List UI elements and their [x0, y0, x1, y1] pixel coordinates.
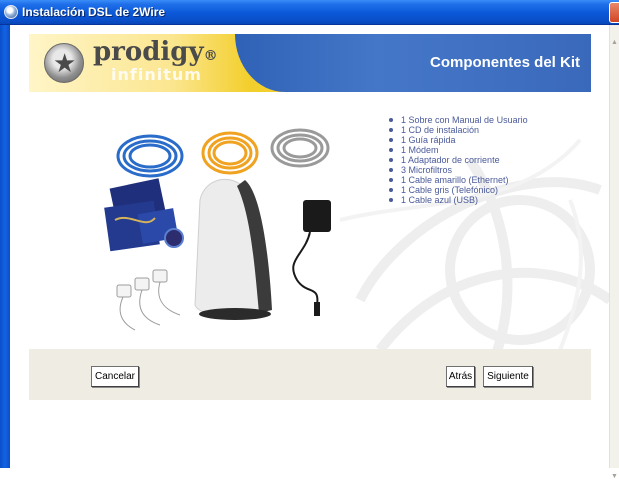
power-adapter-image	[292, 200, 331, 316]
installer-window: Instalación DSL de 2Wire ★ prodigy® infi…	[0, 0, 619, 480]
list-item: 1 Módem	[386, 145, 576, 155]
prodigy-logo-icon: ★	[44, 43, 84, 83]
list-item: 1 Guía rápida	[386, 135, 576, 145]
gray-phone-cable-image	[270, 128, 330, 168]
window-frame-left	[0, 25, 10, 468]
app-icon[interactable]	[4, 5, 18, 19]
scroll-down-icon[interactable]: ▼	[611, 473, 619, 481]
back-button[interactable]: Atrás	[446, 366, 475, 387]
yellow-ethernet-cable-image	[201, 131, 259, 175]
list-item: 1 CD de instalación	[386, 125, 576, 135]
button-bar: Cancelar Atrás Siguiente	[29, 349, 591, 400]
wizard-content: ★ prodigy® infinitum Componentes del Kit	[10, 25, 613, 468]
blue-usb-cable-image	[116, 134, 184, 178]
cancel-button[interactable]: Cancelar	[91, 366, 139, 387]
list-item: 1 Cable amarillo (Ethernet)	[386, 175, 576, 185]
header-banner: ★ prodigy® infinitum Componentes del Kit	[29, 34, 591, 92]
logo-text: prodigy®	[93, 37, 218, 67]
list-item: 1 Sobre con Manual de Usuario	[386, 115, 576, 125]
components-list: 1 Sobre con Manual de Usuario 1 CD de in…	[386, 115, 576, 205]
list-item: 3 Microfiltros	[386, 165, 576, 175]
close-button[interactable]	[609, 2, 619, 23]
modem-image	[194, 178, 272, 320]
page-title: Componentes del Kit	[429, 54, 580, 71]
list-item: 1 Cable gris (Telefónico)	[386, 185, 576, 195]
list-item: 1 Cable azul (USB)	[386, 195, 576, 205]
manual-and-cd-image	[104, 178, 184, 252]
window-title: Instalación DSL de 2Wire	[22, 5, 166, 19]
next-button[interactable]: Siguiente	[483, 366, 533, 387]
microfilters-image	[116, 269, 181, 331]
list-item: 1 Adaptador de corriente	[386, 155, 576, 165]
kit-components-photo	[104, 128, 331, 331]
title-bar[interactable]: Instalación DSL de 2Wire	[0, 0, 619, 25]
scroll-up-icon[interactable]: ▲	[611, 39, 619, 47]
prodigy-logo-area: ★ prodigy® infinitum	[29, 34, 249, 92]
logo-subtext: infinitum	[111, 65, 202, 84]
vertical-scrollbar[interactable]: ▲ ▼	[609, 25, 619, 480]
